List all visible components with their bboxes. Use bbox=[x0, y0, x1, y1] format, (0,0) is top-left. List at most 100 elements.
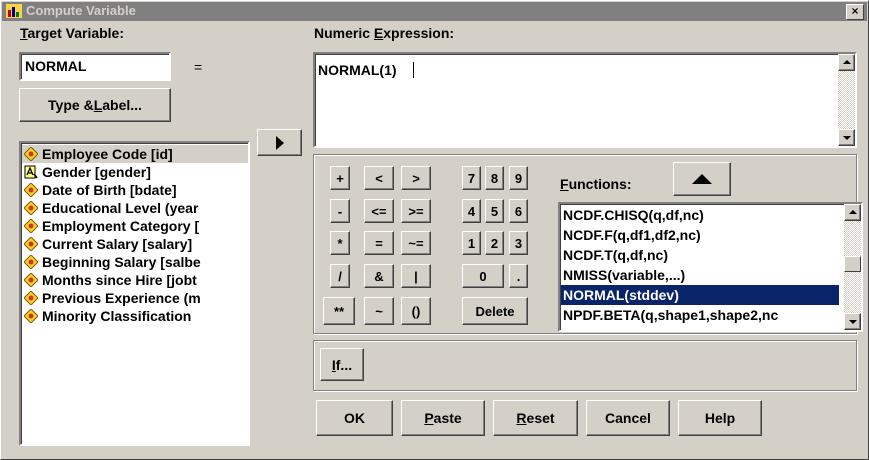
variable-label: Beginning Salary [salbe bbox=[42, 254, 201, 270]
numeric-variable-icon bbox=[24, 183, 38, 197]
keypad-button[interactable]: 8 bbox=[485, 166, 504, 190]
variable-list-item[interactable]: Beginning Salary [salbe bbox=[22, 253, 248, 271]
keypad-button[interactable]: Delete bbox=[462, 297, 528, 325]
keypad-button[interactable]: | bbox=[401, 264, 431, 288]
help-button[interactable]: Help bbox=[678, 400, 762, 436]
keypad-button[interactable]: <= bbox=[364, 199, 394, 223]
variable-label: Employment Category [ bbox=[42, 218, 200, 234]
keypad-button[interactable]: = bbox=[364, 231, 394, 255]
keypad-button[interactable]: 6 bbox=[509, 199, 528, 223]
numeric-variable-icon bbox=[24, 309, 38, 323]
keypad-button[interactable]: ~ bbox=[364, 297, 394, 325]
paste-button[interactable]: Paste bbox=[401, 400, 485, 436]
functions-scrollbar[interactable] bbox=[844, 204, 861, 330]
variable-list-item[interactable]: Minority Classification bbox=[22, 307, 248, 325]
arrow-down-icon bbox=[849, 320, 857, 324]
if-button[interactable]: If... bbox=[320, 348, 364, 381]
variable-list-item[interactable]: Educational Level (year bbox=[22, 199, 248, 217]
expression-scrollbar[interactable] bbox=[838, 54, 855, 146]
functions-scroll-thumb[interactable] bbox=[844, 256, 861, 272]
numeric-variable-icon bbox=[24, 219, 38, 233]
numeric-variable-icon bbox=[24, 255, 38, 269]
ok-button[interactable]: OK bbox=[316, 400, 393, 436]
if-group bbox=[313, 340, 857, 391]
variable-list-item[interactable]: Months since Hire [jobt bbox=[22, 271, 248, 289]
keypad-button[interactable]: . bbox=[509, 264, 528, 288]
numeric-variable-icon bbox=[24, 201, 38, 215]
variable-list-item[interactable]: Employee Code [id] bbox=[22, 145, 248, 163]
text-cursor bbox=[413, 62, 414, 78]
function-list-item[interactable]: NMISS(variable,...) bbox=[561, 265, 839, 285]
function-list-item[interactable]: NCDF.CHISQ(q,df,nc) bbox=[561, 205, 839, 225]
keypad-button[interactable]: 1 bbox=[462, 231, 481, 255]
numeric-expression-label: Numeric Expression: bbox=[314, 25, 455, 41]
keypad-button[interactable]: 2 bbox=[485, 231, 504, 255]
keypad-button[interactable]: + bbox=[330, 166, 350, 190]
keypad-button[interactable]: - bbox=[330, 199, 350, 223]
variable-list-item[interactable]: Gender [gender] bbox=[22, 163, 248, 181]
keypad-button[interactable]: 7 bbox=[462, 166, 481, 190]
numeric-expression-textarea[interactable]: NORMAL(1) bbox=[313, 52, 857, 148]
variable-label: Previous Experience (m bbox=[42, 290, 201, 306]
reset-button[interactable]: Reset bbox=[493, 400, 578, 436]
functions-insert-button[interactable] bbox=[673, 162, 731, 196]
target-variable-input[interactable]: NORMAL bbox=[19, 52, 171, 81]
variable-label: Current Salary [salary] bbox=[42, 236, 193, 252]
keypad-button[interactable]: 0 bbox=[462, 264, 504, 288]
numeric-variable-icon bbox=[24, 273, 38, 287]
functions-label: Functions: bbox=[560, 176, 632, 192]
type-label-button[interactable]: Type & Label... bbox=[19, 88, 171, 122]
variable-label: Minority Classification bbox=[42, 308, 192, 324]
variable-list-item[interactable]: Previous Experience (m bbox=[22, 289, 248, 307]
variable-list-item[interactable]: Date of Birth [bdate] bbox=[22, 181, 248, 199]
functions-scroll-down-button[interactable] bbox=[844, 313, 861, 330]
function-list-item[interactable]: NCDF.T(q,df,nc) bbox=[561, 245, 839, 265]
close-button[interactable]: × bbox=[846, 4, 864, 20]
keypad-button[interactable]: ** bbox=[323, 297, 355, 325]
keypad-button[interactable]: < bbox=[364, 166, 394, 190]
arrow-up-icon bbox=[843, 60, 851, 64]
close-icon: × bbox=[851, 4, 859, 18]
keypad-button[interactable]: & bbox=[364, 264, 394, 288]
arrow-right-icon bbox=[275, 135, 284, 150]
variable-label: Educational Level (year bbox=[42, 200, 199, 216]
arrow-up-icon bbox=[849, 210, 857, 214]
variable-label: Date of Birth [bdate] bbox=[42, 182, 177, 198]
equals-sign: = bbox=[194, 59, 203, 75]
compute-variable-dialog: Compute Variable × Target Variable: NORM… bbox=[0, 0, 869, 460]
keypad-button[interactable]: >= bbox=[401, 199, 431, 223]
numeric-variable-icon bbox=[24, 291, 38, 305]
numeric-expression-value: NORMAL(1) bbox=[318, 62, 397, 78]
variable-list-item[interactable]: Current Salary [salary] bbox=[22, 235, 248, 253]
numeric-variable-icon bbox=[24, 147, 38, 161]
cancel-button[interactable]: Cancel bbox=[586, 400, 670, 436]
keypad-button[interactable]: ~= bbox=[401, 231, 431, 255]
functions-scroll-up-button[interactable] bbox=[844, 204, 861, 221]
function-list-item[interactable]: NCDF.F(q,df1,df2,nc) bbox=[561, 225, 839, 245]
functions-list[interactable]: NCDF.CHISQ(q,df,nc) NCDF.F(q,df1,df2,nc) N… bbox=[558, 202, 863, 332]
function-list-item[interactable]: NORMAL(stddev) bbox=[561, 285, 839, 305]
variable-label: Gender [gender] bbox=[42, 164, 151, 180]
variable-list[interactable]: Employee Code [id] Gender [gender] Date of… bbox=[19, 141, 250, 446]
keypad-button[interactable]: > bbox=[401, 166, 431, 190]
string-variable-icon bbox=[24, 165, 38, 179]
keypad-button[interactable]: * bbox=[330, 231, 350, 255]
variable-label: Employee Code [id] bbox=[42, 146, 173, 162]
window-title: Compute Variable bbox=[26, 3, 136, 18]
move-variable-button[interactable] bbox=[257, 129, 302, 156]
keypad-button[interactable]: 5 bbox=[485, 199, 504, 223]
keypad-button[interactable]: () bbox=[401, 297, 431, 325]
function-list-item[interactable]: NPDF.BETA(q,shape1,shape2,nc bbox=[561, 305, 839, 325]
scroll-up-button[interactable] bbox=[838, 54, 855, 71]
keypad-button[interactable]: 4 bbox=[462, 199, 481, 223]
target-variable-label: Target Variable: bbox=[20, 25, 125, 41]
title-bar: Compute Variable × bbox=[2, 2, 867, 21]
arrow-down-icon bbox=[843, 136, 851, 140]
keypad-button[interactable]: 3 bbox=[509, 231, 528, 255]
keypad-button[interactable]: 9 bbox=[509, 166, 528, 190]
scroll-down-button[interactable] bbox=[838, 129, 855, 146]
keypad-button[interactable]: / bbox=[330, 264, 350, 288]
app-icon bbox=[6, 4, 22, 18]
numeric-variable-icon bbox=[24, 237, 38, 251]
variable-list-item[interactable]: Employment Category [ bbox=[22, 217, 248, 235]
